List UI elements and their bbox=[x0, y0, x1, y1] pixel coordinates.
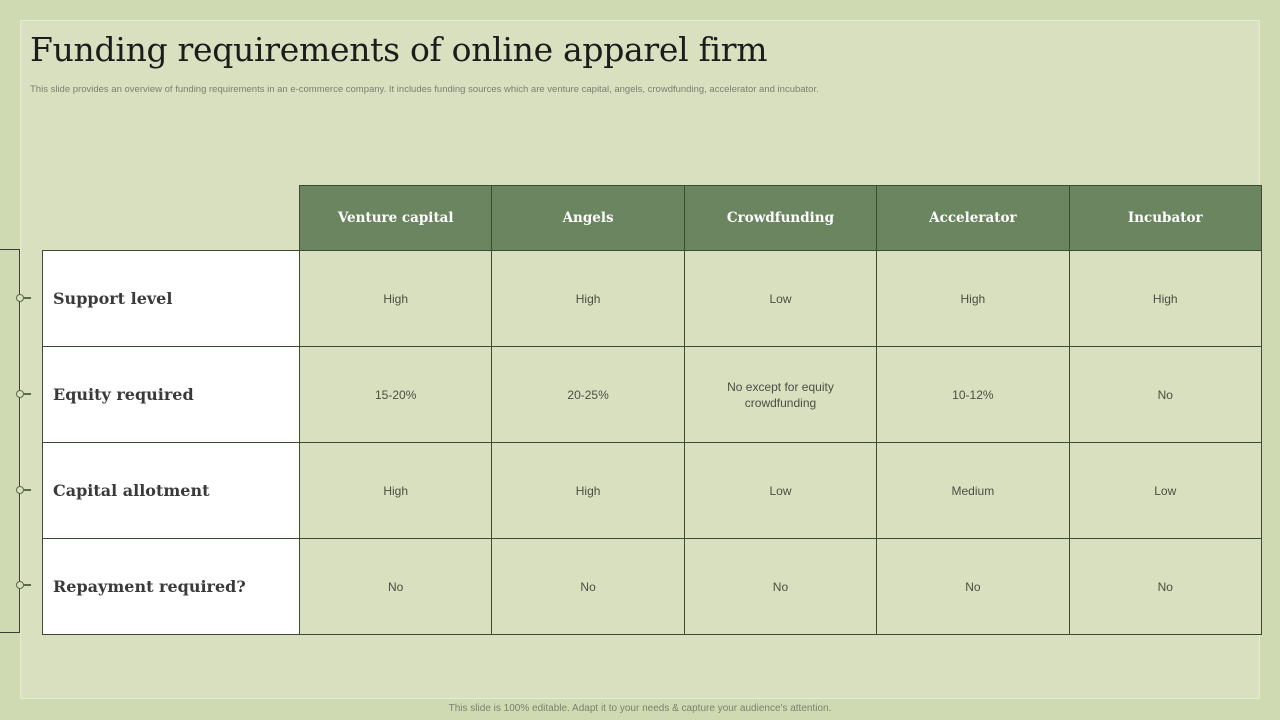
table-cell: No bbox=[1068, 538, 1262, 635]
table-cell: High bbox=[491, 250, 685, 347]
table-cell: High bbox=[491, 442, 685, 539]
header-crowdfunding: Crowdfunding bbox=[683, 185, 878, 251]
row-bracket bbox=[0, 249, 20, 633]
row-marker-dot bbox=[16, 486, 31, 494]
table-row: Repayment required? No No No No No bbox=[42, 538, 1262, 635]
row-label-capital-allotment: Capital allotment bbox=[42, 442, 300, 539]
table-cell: No except for equity crowdfunding bbox=[683, 346, 878, 443]
table-cell: No bbox=[491, 538, 685, 635]
table-header-row: Venture capital Angels Crowdfunding Acce… bbox=[42, 185, 1262, 251]
table-row: Support level High High Low High High bbox=[42, 250, 1262, 347]
table-cell: High bbox=[1068, 250, 1262, 347]
header-accelerator: Accelerator bbox=[876, 185, 1070, 251]
row-marker-dot bbox=[16, 581, 31, 589]
header-angels: Angels bbox=[491, 185, 685, 251]
funding-table: Venture capital Angels Crowdfunding Acce… bbox=[42, 185, 1262, 635]
table-row: Capital allotment High High Low Medium L… bbox=[42, 442, 1262, 539]
row-marker-dot bbox=[16, 294, 31, 302]
row-label-repayment-required: Repayment required? bbox=[42, 538, 300, 635]
table-cell: High bbox=[298, 250, 493, 347]
row-label-support-level: Support level bbox=[42, 250, 300, 347]
table-cell: No bbox=[298, 538, 493, 635]
table-cell: No bbox=[876, 538, 1070, 635]
footer-note: This slide is 100% editable. Adapt it to… bbox=[448, 703, 832, 714]
table-cell: 20-25% bbox=[491, 346, 685, 443]
page-subtitle: This slide provides an overview of fundi… bbox=[30, 84, 819, 95]
table-cell: 15-20% bbox=[298, 346, 493, 443]
page-title: Funding requirements of online apparel f… bbox=[30, 30, 768, 69]
header-incubator: Incubator bbox=[1068, 185, 1262, 251]
table-cell: Low bbox=[1068, 442, 1262, 539]
table-cell: No bbox=[683, 538, 878, 635]
table-cell: Low bbox=[683, 442, 878, 539]
table-cell: High bbox=[876, 250, 1070, 347]
row-label-equity-required: Equity required bbox=[42, 346, 300, 443]
table-cell: Medium bbox=[876, 442, 1070, 539]
row-marker-dot bbox=[16, 390, 31, 398]
header-blank-cell bbox=[42, 185, 300, 251]
table-row: Equity required 15-20% 20-25% No except … bbox=[42, 346, 1262, 443]
table-cell: Low bbox=[683, 250, 878, 347]
table-cell: No bbox=[1068, 346, 1262, 443]
table-cell: 10-12% bbox=[876, 346, 1070, 443]
table-cell: High bbox=[298, 442, 493, 539]
header-venture-capital: Venture capital bbox=[298, 185, 493, 251]
